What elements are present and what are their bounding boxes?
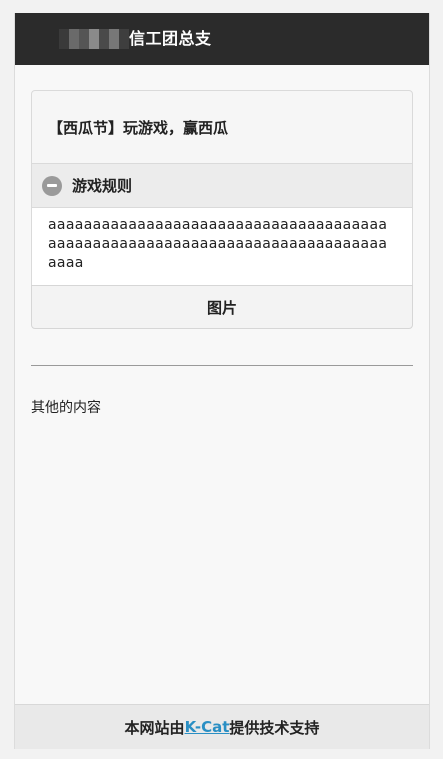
other-content: 其他的内容 — [31, 400, 101, 416]
divider — [31, 365, 413, 366]
event-title: 【西瓜节】玩游戏，赢西瓜 — [31, 90, 413, 164]
rules-heading: 游戏规则 — [72, 177, 133, 195]
footer-suffix: 提供技术支持 — [229, 718, 320, 737]
footer: 本网站由 K-Cat 提供技术支持 — [15, 704, 429, 749]
rules-toggle[interactable]: 游戏规则 — [31, 164, 413, 208]
page-frame: 信工团总支 【西瓜节】玩游戏，赢西瓜 游戏规则 aaaaaaaaaaaaaaaa… — [14, 13, 430, 749]
content-panel: 【西瓜节】玩游戏，赢西瓜 游戏规则 aaaaaaaaaaaaaaaaaaaaaa… — [31, 90, 413, 329]
footer-prefix: 本网站由 — [124, 718, 185, 737]
k-cat-link[interactable]: K-Cat — [185, 718, 230, 736]
image-button[interactable]: 图片 — [31, 285, 413, 329]
rules-content: aaaaaaaaaaaaaaaaaaaaaaaaaaaaaaaaaaaaaaaa… — [31, 208, 413, 285]
header-title: 信工团总支 — [129, 29, 212, 48]
minus-circle-icon — [42, 175, 62, 196]
blurred-title-prefix — [59, 29, 129, 49]
header-bar: 信工团总支 — [15, 13, 429, 65]
